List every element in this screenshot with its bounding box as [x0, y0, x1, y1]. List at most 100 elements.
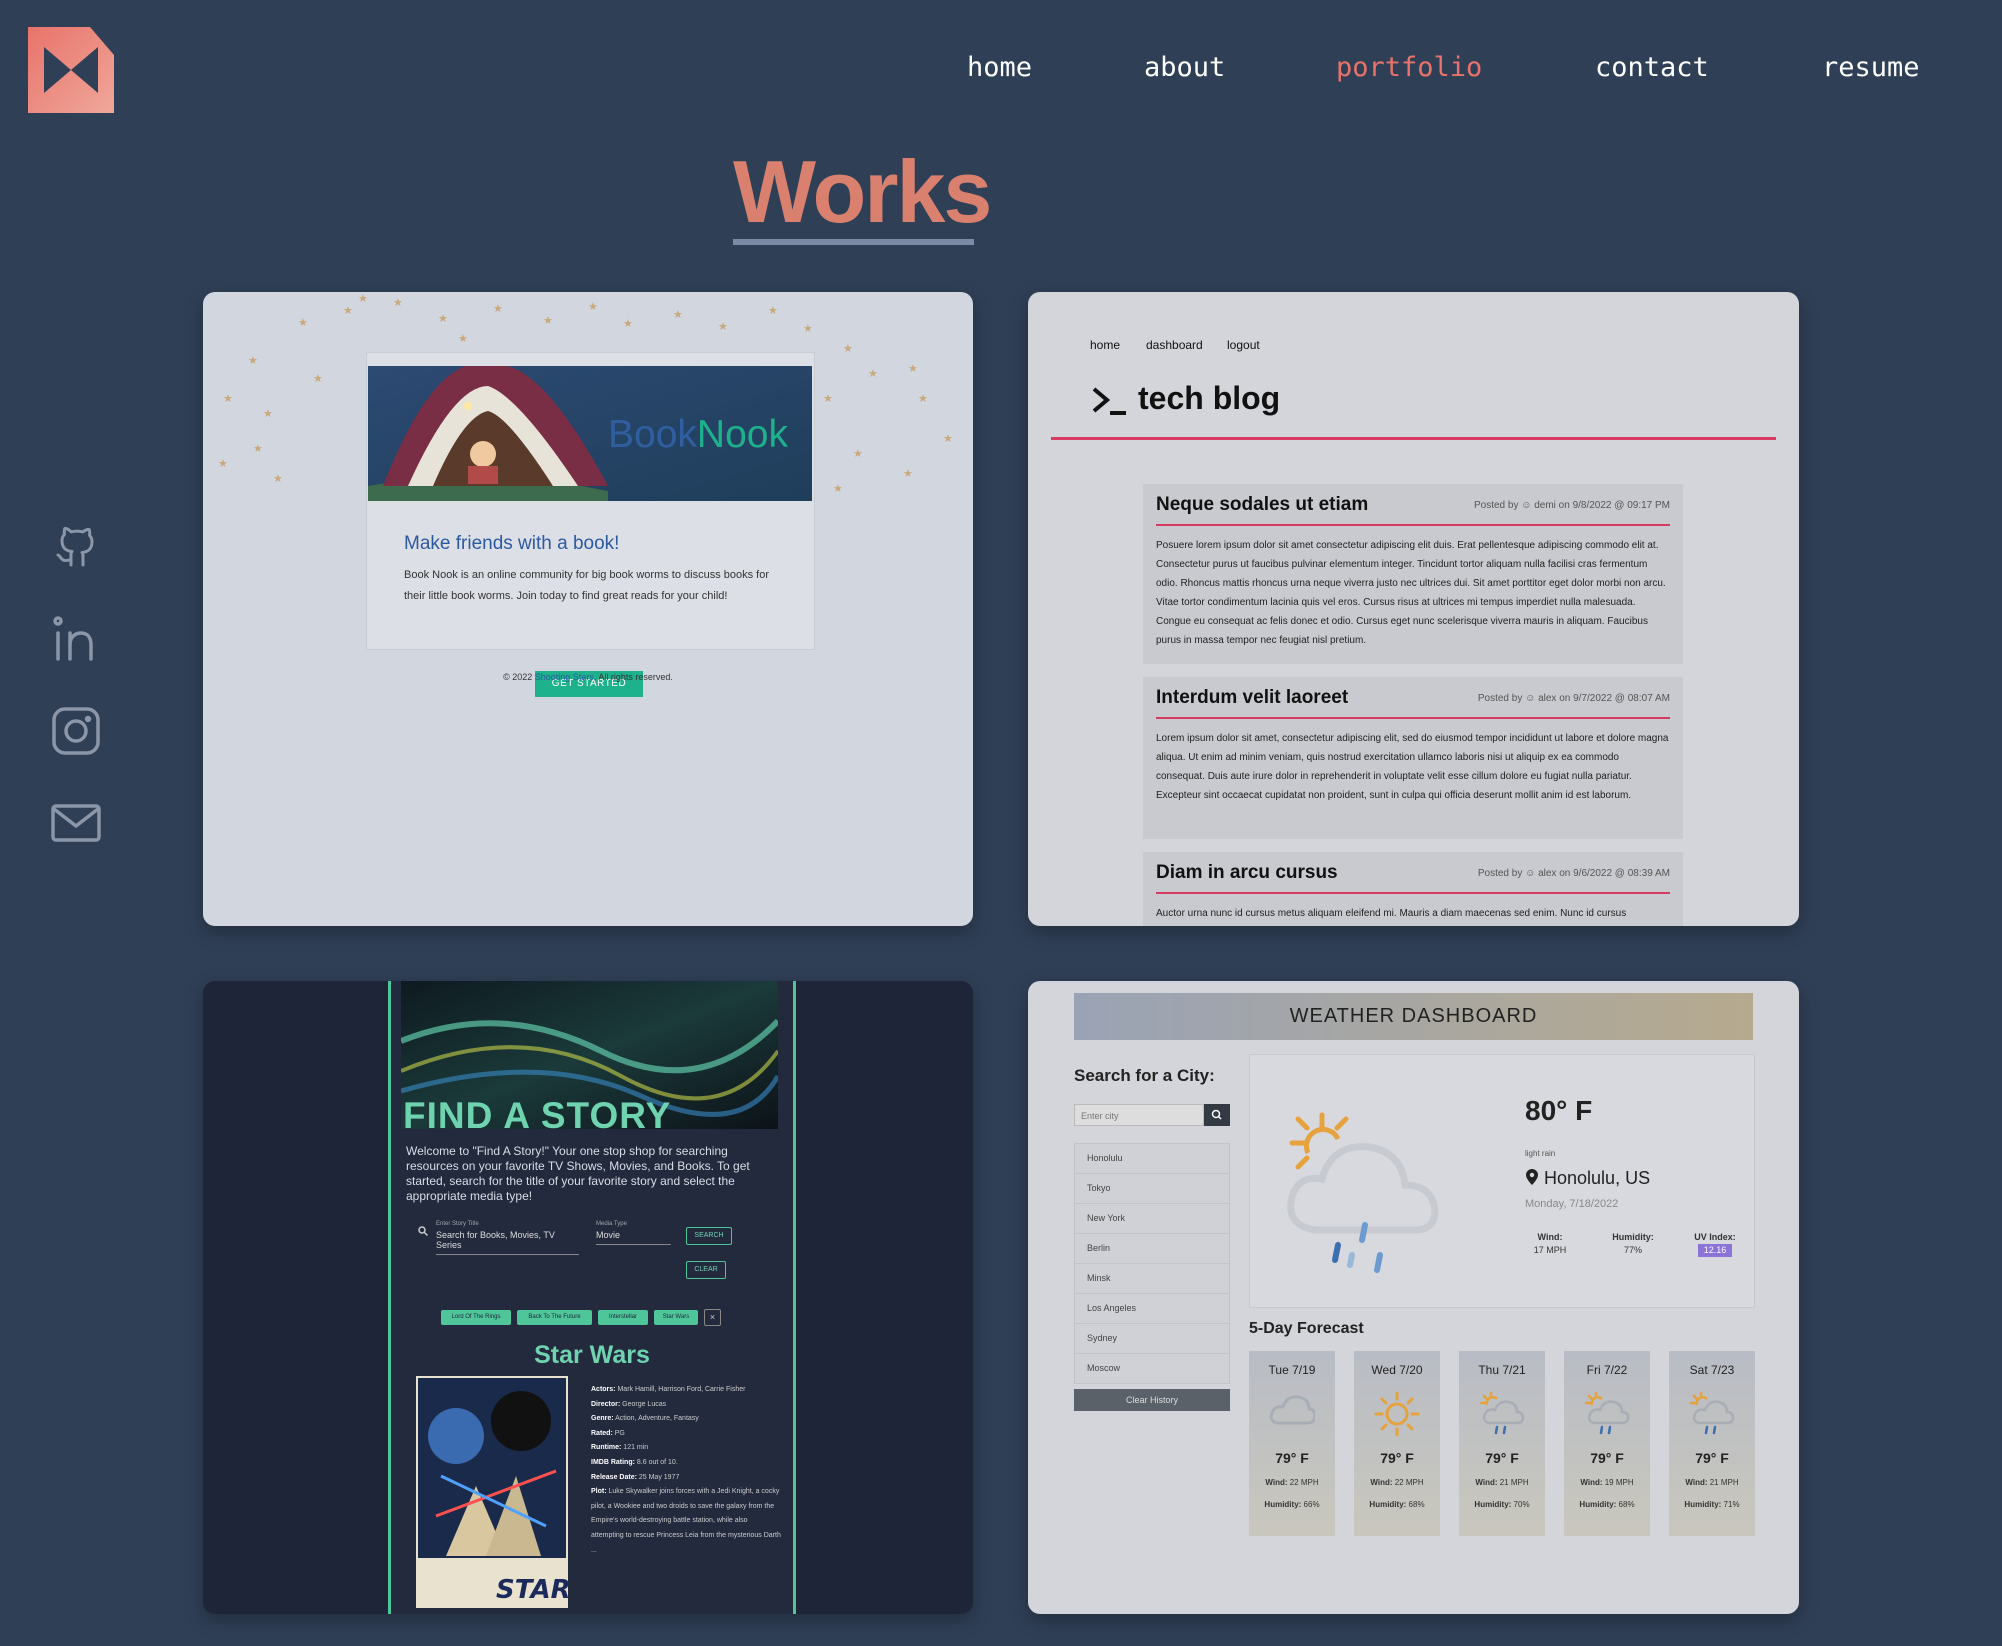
post-body: Posuere lorem ipsum dolor sit amet conse… [1156, 540, 1666, 646]
svg-text:★: ★ [458, 332, 468, 345]
media-type-label: Media Type [596, 1221, 627, 1227]
story-title-label: Enter Story Title [436, 1221, 479, 1227]
booknook-description: Book Nook is an online community for big… [404, 569, 769, 602]
mail-icon[interactable] [50, 797, 102, 849]
nav-about[interactable]: about [1144, 52, 1225, 83]
instagram-icon[interactable] [50, 705, 102, 757]
project-card-techblog[interactable]: home dashboard logout tech blog Neque so… [1028, 292, 1799, 926]
findastory-intro: Welcome to "Find A Story!" Your one stop… [406, 1144, 750, 1203]
svg-text:★: ★ [718, 320, 728, 333]
post-rule [1156, 524, 1670, 526]
techblog-nav-home[interactable]: home [1090, 338, 1120, 352]
svg-text:★: ★ [768, 304, 778, 317]
booknook-footer: © 2022 Shooting Stars. All rights reserv… [503, 672, 673, 682]
techblog-nav-logout[interactable]: logout [1227, 338, 1260, 352]
svg-text:★: ★ [253, 442, 263, 455]
terminal-icon [1092, 387, 1126, 415]
main-nav: home about portfolio contact resume [0, 52, 2002, 92]
city-search-button[interactable] [1204, 1104, 1230, 1126]
search-icon [418, 1226, 428, 1236]
blog-post[interactable]: Diam in arcu cursus Posted by ☺ alex on … [1143, 852, 1683, 926]
svg-text:★: ★ [843, 342, 853, 355]
nav-home[interactable]: home [967, 52, 1032, 83]
media-type-select[interactable]: Movie [596, 1230, 671, 1245]
svg-text:★: ★ [273, 472, 283, 485]
svg-text:★: ★ [263, 407, 273, 420]
page-title: Works [733, 142, 992, 241]
linkedin-icon[interactable] [50, 613, 102, 665]
city-history-item[interactable]: Los Angeles [1074, 1293, 1230, 1323]
svg-text:★: ★ [918, 392, 928, 405]
sun-icon [1374, 1391, 1420, 1437]
svg-text:★: ★ [343, 304, 353, 317]
findastory-title: FIND A STORY [403, 1095, 672, 1136]
github-icon[interactable] [50, 516, 102, 568]
search-button[interactable]: SEARCH [686, 1227, 732, 1245]
post-title[interactable]: Interdum velit laoreet [1156, 687, 1348, 709]
nav-resume[interactable]: resume [1822, 52, 1920, 83]
post-body: Auctor urna nunc id cursus metus aliquam… [1156, 908, 1627, 919]
clear-history-button[interactable]: Clear History [1074, 1389, 1230, 1411]
post-meta: Posted by ☺ alex on 9/6/2022 @ 08:39 AM [1477, 868, 1670, 879]
weather-title: WEATHER DASHBOARD [1074, 993, 1753, 1040]
story-title-input[interactable]: Search for Books, Movies, TV Series [436, 1230, 579, 1255]
clear-button[interactable]: CLEAR [686, 1261, 726, 1279]
svg-text:★: ★ [313, 372, 323, 385]
shooting-stars-link[interactable]: Shooting Stars [535, 672, 594, 682]
history-chip[interactable]: Interstellar [598, 1310, 648, 1325]
blog-post[interactable]: Neque sodales ut etiam Posted by ☺ demi … [1143, 484, 1683, 664]
close-icon[interactable]: × [704, 1309, 721, 1326]
city-history-item[interactable]: Tokyo [1074, 1173, 1230, 1203]
svg-text:★: ★ [833, 482, 843, 492]
search-icon [1211, 1109, 1222, 1120]
city-search-input[interactable]: Enter city [1074, 1104, 1204, 1126]
sun-rain-icon [1479, 1391, 1525, 1435]
current-date: Monday, 7/18/2022 [1525, 1198, 1619, 1210]
findastory-column: FIND A STORY Welcome to "Find A Story!" … [388, 981, 796, 1614]
history-chip[interactable]: Star Wars [654, 1310, 698, 1325]
city-history-list: Honolulu Tokyo New York Berlin Minsk Los… [1074, 1143, 1230, 1384]
city-history-item[interactable]: Honolulu [1074, 1143, 1230, 1173]
svg-text:★: ★ [358, 292, 368, 305]
current-humidity: Humidity: 77% [1612, 1232, 1654, 1255]
city-history-item[interactable]: New York [1074, 1203, 1230, 1233]
sun-rain-icon [1584, 1391, 1630, 1435]
svg-text:★: ★ [823, 392, 833, 405]
blog-post[interactable]: Interdum velit laoreet Posted by ☺ alex … [1143, 677, 1683, 839]
svg-text:★: ★ [868, 367, 878, 380]
post-rule [1156, 892, 1670, 894]
svg-text:★: ★ [223, 392, 233, 405]
post-body: Lorem ipsum dolor sit amet, consectetur … [1156, 733, 1669, 801]
svg-text:★: ★ [543, 314, 553, 327]
svg-text:★: ★ [853, 447, 863, 460]
current-weather-panel: 80° F light rain Honolulu, US Monday, 7/… [1249, 1054, 1755, 1308]
post-title[interactable]: Neque sodales ut etiam [1156, 494, 1368, 516]
project-card-weather[interactable]: WEATHER DASHBOARD Search for a City: Ent… [1028, 981, 1799, 1614]
nav-portfolio[interactable]: portfolio [1336, 52, 1482, 83]
techblog-nav-dashboard[interactable]: dashboard [1146, 338, 1203, 352]
svg-text:★: ★ [673, 308, 683, 321]
post-title[interactable]: Diam in arcu cursus [1156, 862, 1338, 884]
booknook-heading: Make friends with a book! [404, 533, 620, 554]
movie-poster-image: STAR [416, 1376, 568, 1608]
current-description: light rain [1525, 1149, 1556, 1158]
city-history-item[interactable]: Minsk [1074, 1263, 1230, 1293]
title-underline [733, 239, 974, 245]
city-history-item[interactable]: Berlin [1074, 1233, 1230, 1263]
techblog-title: tech blog [1138, 380, 1281, 416]
project-card-booknook[interactable]: ★★★★★★★★★★★★★★★★★★★★★★★★★★★★★★★ BookNook… [203, 292, 973, 926]
page-title-wrap: Works [733, 142, 992, 245]
project-card-findastory[interactable]: FIND A STORY Welcome to "Find A Story!" … [203, 981, 973, 1614]
history-chip[interactable]: Back To The Future [517, 1310, 592, 1325]
current-uv: UV Index: 12.16 [1694, 1232, 1736, 1257]
result-title: Star Wars [534, 1341, 650, 1369]
nav-contact[interactable]: contact [1595, 52, 1709, 83]
svg-text:★: ★ [903, 467, 913, 480]
forecast-day: Sat 7/23 79° F Wind: 21 MPH Humidity: 71… [1669, 1351, 1755, 1536]
booknook-brand: BookNook [608, 413, 788, 456]
history-chip[interactable]: Lord Of The Rings [441, 1310, 511, 1325]
forecast-day: Fri 7/22 79° F Wind: 19 MPH Humidity: 68… [1564, 1351, 1650, 1536]
post-rule [1156, 717, 1670, 719]
city-history-item[interactable]: Moscow [1074, 1353, 1230, 1384]
city-history-item[interactable]: Sydney [1074, 1323, 1230, 1353]
